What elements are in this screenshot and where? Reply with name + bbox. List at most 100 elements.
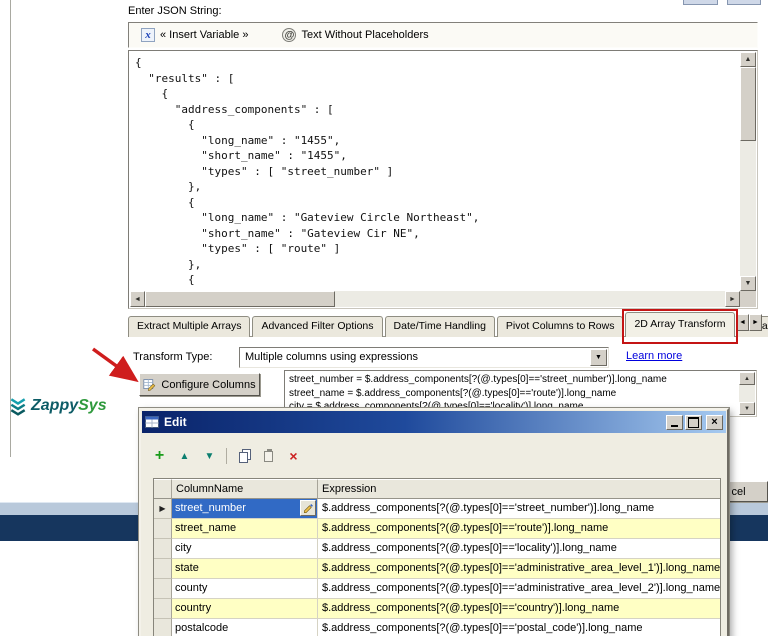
insert-variable-label: « Insert Variable » [160,29,249,41]
tab-2d-array-transform[interactable]: 2D Array Transform [622,309,738,344]
left-panel-border [10,0,11,457]
combo-dropdown-icon[interactable]: ▼ [590,349,607,366]
move-up-icon[interactable]: ▲ [176,447,193,465]
grid-corner-header [154,479,172,499]
grid-row-county[interactable]: county $.address_components[?(@.types[0]=… [154,579,720,599]
scroll-right-icon[interactable]: ► [725,291,740,307]
expression-cell[interactable]: $.address_components[?(@.types[0]=='post… [318,619,720,636]
columnname-cell[interactable]: postalcode [172,619,318,636]
columns-grid: ColumnName Expression ▶ street_number $.ad… [153,478,721,636]
at-icon: @ [282,28,297,42]
columnname-text: city [175,542,192,554]
learn-more-link[interactable]: Learn more [626,350,682,362]
expression-preview-line: street_number = $.address_components[?(@… [289,374,667,385]
tab-scroll-right-icon[interactable]: ► [749,314,762,331]
configure-columns-button[interactable]: Configure Columns [139,373,260,396]
horizontal-scrollbar[interactable]: ◄ ► [130,291,740,307]
zappysys-icon [10,398,26,416]
tab-scroll-left-icon[interactable]: ◄ [736,314,749,331]
grid-row-state[interactable]: state $.address_components[?(@.types[0]==… [154,559,720,579]
screen: Enter JSON String: x « Insert Variable »… [0,0,768,636]
row-selector[interactable] [154,559,172,579]
tab-date-time-handling[interactable]: Date/Time Handling [384,316,495,337]
tab-pivot-columns-to-rows[interactable]: Pivot Columns to Rows [496,316,624,337]
dialog-title: Edit [164,415,187,429]
grid-rows: ▶ street_number $.address_components[?(@.t… [154,499,720,636]
partial-top-button-2[interactable] [727,0,761,5]
grid-row-postalcode[interactable]: postalcode $.address_components[?(@.types… [154,619,720,636]
grid-row-country[interactable]: country $.address_components[?(@.types[0]… [154,599,720,619]
expression-cell[interactable]: $.address_components[?(@.types[0]=='loca… [318,539,720,559]
delete-row-icon[interactable]: × [285,447,302,465]
tab-advanced-filter-options[interactable]: Advanced Filter Options [252,316,383,337]
insert-variable-button[interactable]: x « Insert Variable » [137,26,252,44]
preview-scroll-down-icon[interactable]: ▼ [739,402,755,415]
zappysys-wordmark: ZappySys [31,397,107,414]
edit-dialog-titlebar[interactable]: Edit × [142,411,726,433]
tab-scroll-buttons: ◄ ► [736,314,762,331]
json-input-editor[interactable]: { "results" : [ { "address_components" :… [128,50,758,309]
maximize-button[interactable] [685,414,702,430]
paste-icon[interactable] [260,447,277,465]
preview-scrollbar[interactable]: ▲ ▼ [739,372,755,415]
partial-top-button-1[interactable] [683,0,718,5]
row-selector[interactable]: ▶ [154,499,172,519]
expression-cell[interactable]: $.address_components[?(@.types[0]=='rout… [318,519,720,539]
options-tabstrip: Extract Multiple Arrays Advanced Filter O… [128,309,768,344]
transform-type-value: Multiple columns using expressions [245,351,419,363]
dialog-icon [145,416,159,428]
scroll-down-icon[interactable]: ▼ [740,276,756,291]
copy-icon[interactable] [235,447,252,465]
tab-extract-multiple-arrays[interactable]: Extract Multiple Arrays [128,316,251,337]
zappysys-logo: ZappySys [8,396,107,416]
vertical-scrollbar[interactable]: ▲ ▼ [740,52,756,291]
annotation-highlight-box [622,309,738,344]
vertical-scroll-thumb[interactable] [740,67,756,141]
columnname-cell[interactable]: street_number [172,499,318,519]
grid-row-street_name[interactable]: street_name $.address_components[?(@.type… [154,519,720,539]
close-button[interactable]: × [706,414,723,430]
expression-cell[interactable]: $.address_components[?(@.types[0]=='admi… [318,559,720,579]
columnname-text: postalcode [175,622,229,634]
configure-columns-label: Configure Columns [161,378,256,391]
scroll-left-icon[interactable]: ◄ [130,291,145,307]
columnname-header[interactable]: ColumnName [172,479,318,499]
move-down-icon[interactable]: ▼ [201,447,218,465]
row-selector[interactable] [154,579,172,599]
row-selector[interactable] [154,539,172,559]
transform-type-combobox[interactable]: Multiple columns using expressions ▼ [239,347,609,368]
grid-header-row: ColumnName Expression [154,479,720,499]
scroll-up-icon[interactable]: ▲ [740,52,756,67]
expression-cell[interactable]: $.address_components[?(@.types[0]=='stre… [318,499,720,519]
columnname-text: county [175,582,208,594]
json-string-label: Enter JSON String: [128,5,222,17]
json-editor-toolbar: x « Insert Variable » @ Text Without Pla… [128,22,758,48]
columnname-cell[interactable]: city [172,539,318,559]
row-selector[interactable] [154,519,172,539]
columnname-text: state [175,562,199,574]
expression-cell[interactable]: $.address_components[?(@.types[0]=='admi… [318,579,720,599]
columnname-cell[interactable]: street_name [172,519,318,539]
expression-preview-line: street_name = $.address_components[?(@.t… [289,387,617,399]
json-content: { "results" : [ { "address_components" :… [135,56,480,289]
minimize-button[interactable] [666,414,683,430]
edit-dialog: Edit × + ▲ ▼ × ColumnName Expression ▶ stree… [138,407,730,636]
expression-cell[interactable]: $.address_components[?(@.types[0]=='coun… [318,599,720,619]
columnname-cell[interactable]: county [172,579,318,599]
edit-dialog-toolbar: + ▲ ▼ × [151,446,302,466]
row-selector[interactable] [154,619,172,636]
row-selector[interactable] [154,599,172,619]
scrollbar-corner [740,291,756,307]
columnname-text: street_number [175,502,246,514]
horizontal-scroll-thumb[interactable] [145,291,335,307]
columnname-cell[interactable]: country [172,599,318,619]
cell-edit-button[interactable] [300,500,316,516]
add-row-icon[interactable]: + [151,447,168,465]
columnname-cell[interactable]: state [172,559,318,579]
preview-scroll-up-icon[interactable]: ▲ [739,372,755,385]
text-without-placeholders-button[interactable]: @ Text Without Placeholders [278,26,432,44]
grid-row-street_number[interactable]: ▶ street_number $.address_components[?(@.t… [154,499,720,519]
columnname-text: street_name [175,522,237,534]
expression-header[interactable]: Expression [318,479,720,499]
grid-row-city[interactable]: city $.address_components[?(@.types[0]=='… [154,539,720,559]
